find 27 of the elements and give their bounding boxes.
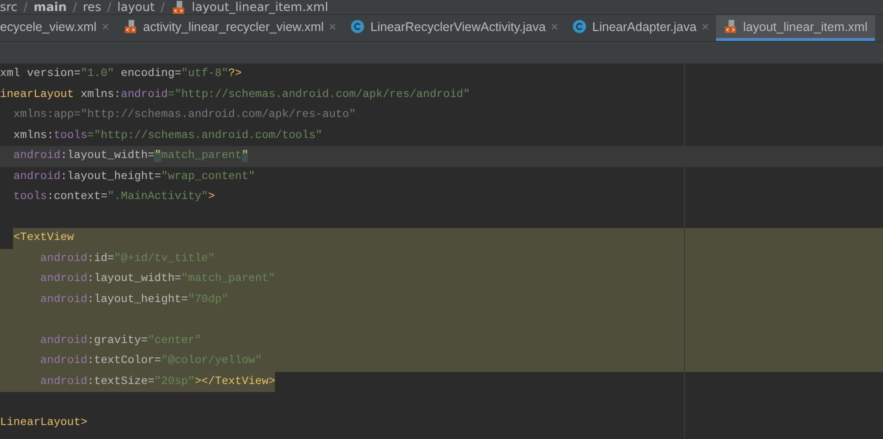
breadcrumb-item[interactable]: res: [82, 0, 102, 14]
code-line: xmlns:app="http://schemas.android.com/apk/res-auto": [12, 108, 356, 124]
breadcrumb-item[interactable]: main: [34, 0, 67, 14]
editor-tab[interactable]: activity_linear_recycler_view.xml ×: [116, 15, 344, 41]
path-separator: /: [107, 0, 112, 14]
editor-tab[interactable]: ecycele_view.xml ×: [0, 15, 116, 41]
editor-tab[interactable]: layout_linear_item.xml: [716, 15, 874, 41]
code-line: inearLayout xmlns:android="http://schemas.android.com/apk/res/android": [0, 88, 470, 103]
code-line: tools:context=".MainActivity">: [12, 190, 215, 206]
xml-file-icon: [123, 19, 138, 34]
code-line: android:layout_width="match_parent": [12, 148, 248, 164]
breadcrumb-item[interactable]: layout: [117, 0, 155, 14]
xml-file-icon: [170, 0, 186, 14]
editor-tab[interactable]: LinearAdapter.java ×: [565, 15, 716, 41]
editor-tab[interactable]: LinearRecyclerViewActivity.java ×: [343, 15, 566, 41]
path-separator: /: [160, 0, 165, 14]
code-line: xml version="1.0" encoding="utf-8"?>: [0, 66, 242, 82]
code-line: xmlns:tools="http://schemas.android.com/tools": [12, 128, 322, 144]
path-separator: /: [72, 0, 77, 14]
breadcrumb-item[interactable]: layout_linear_item.xml: [192, 0, 328, 14]
path-separator: /: [24, 0, 28, 14]
class-icon: [572, 19, 588, 34]
xml-file-icon: [723, 19, 738, 34]
breadcrumb-item[interactable]: src: [0, 0, 18, 14]
code-line: android:layout_height="wrap_content": [12, 170, 256, 185]
code-line: LinearLayout>: [0, 416, 88, 431]
class-icon: [350, 19, 366, 34]
